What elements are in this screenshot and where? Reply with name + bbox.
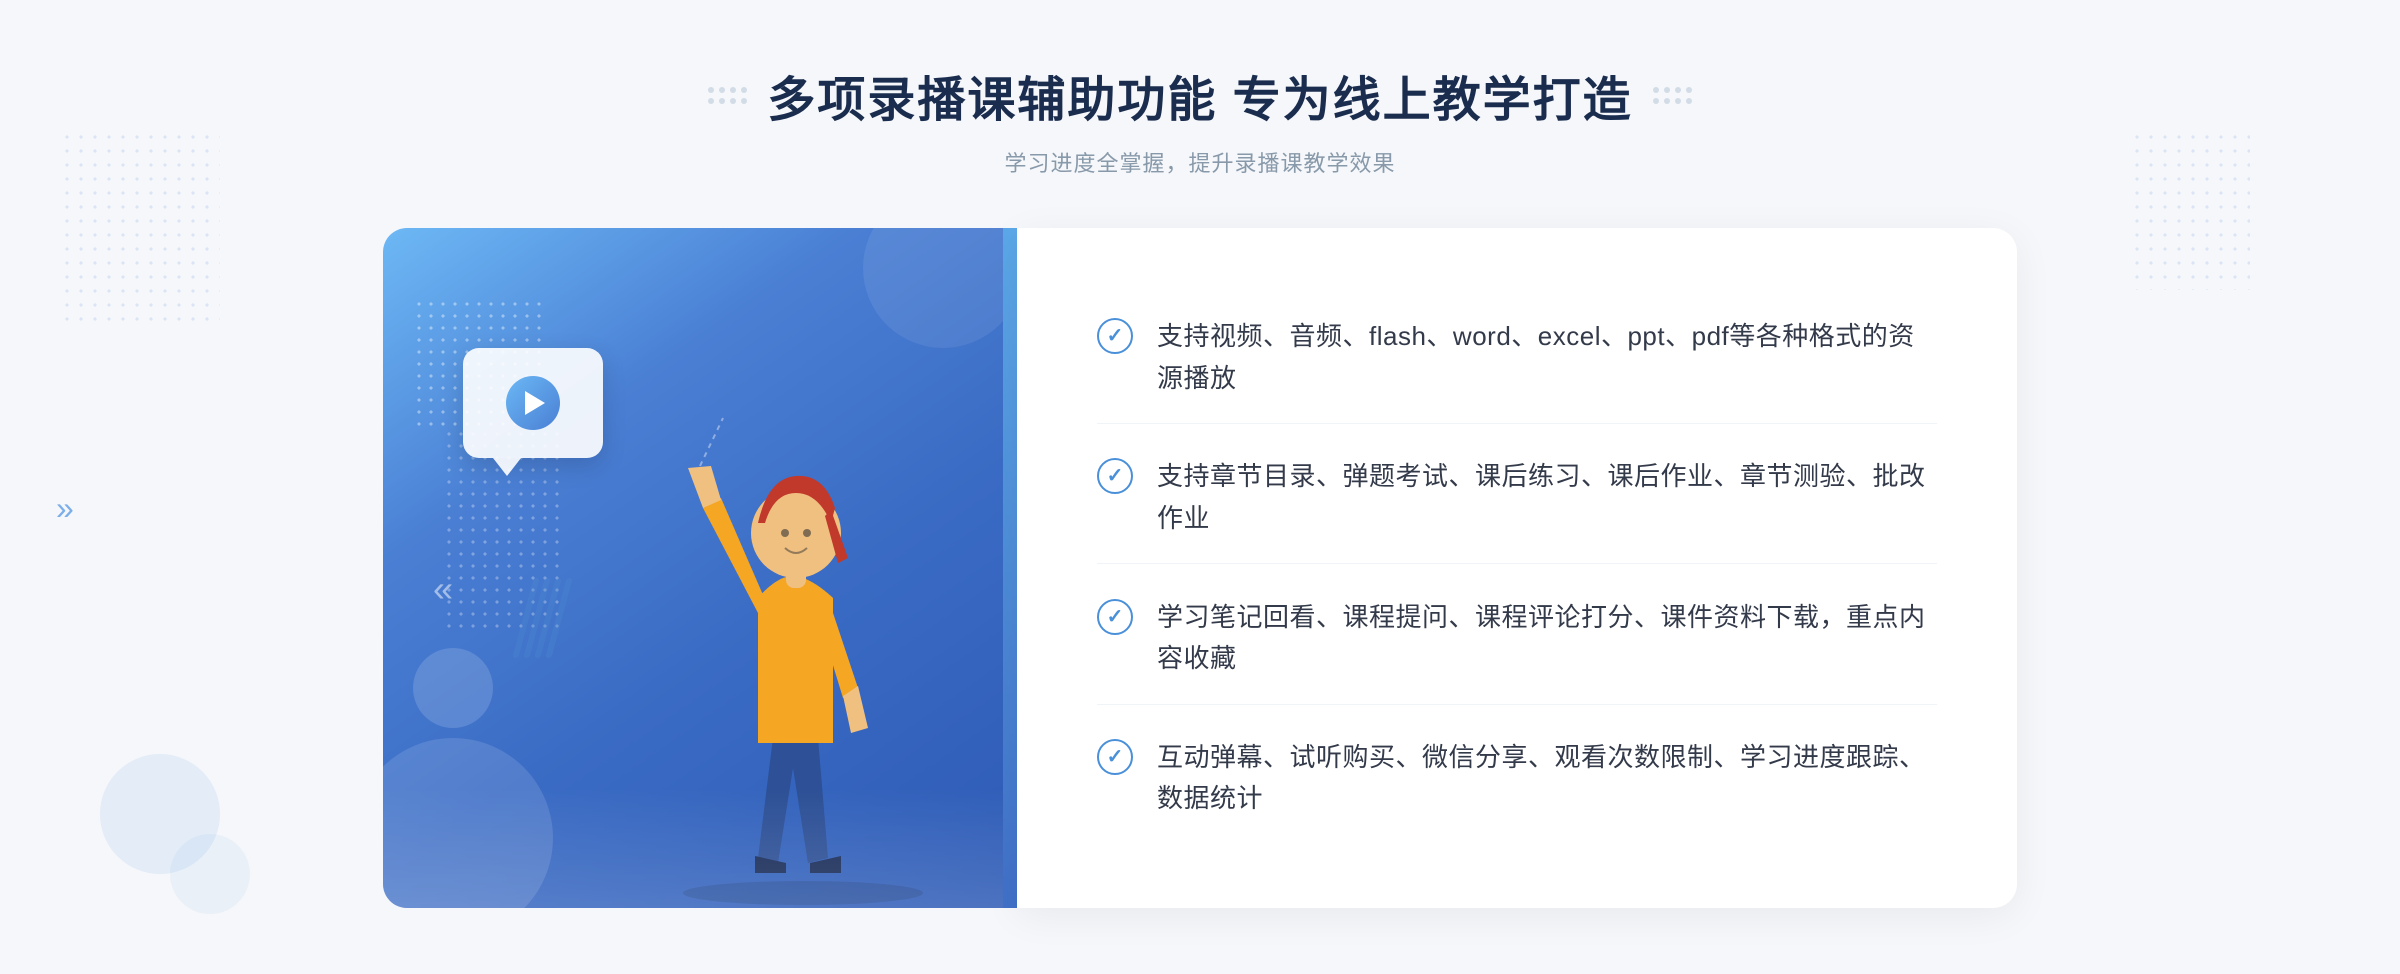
page-title: 多项录播课辅助功能 专为线上教学打造 (767, 60, 1632, 130)
dot (1686, 98, 1692, 104)
dot (708, 87, 714, 93)
dot (741, 87, 747, 93)
page-subtitle: 学习进度全掌握，提升录播课教学效果 (0, 146, 2400, 178)
check-mark-3: ✓ (1107, 607, 1124, 627)
page-header: 多项录播课辅助功能 专为线上教学打造 学习进度全掌握，提升录播课教学效果 (0, 0, 2400, 208)
check-icon-4: ✓ (1097, 739, 1133, 775)
header-right-dots (1653, 87, 1692, 104)
check-mark-4: ✓ (1107, 747, 1124, 767)
dot (1675, 87, 1681, 93)
feature-item-2: ✓ 支持章节目录、弹题考试、课后练习、课后作业、章节测验、批改作业 (1097, 432, 1937, 564)
dot (1686, 87, 1692, 93)
play-icon (525, 391, 545, 415)
dot (1653, 98, 1659, 104)
video-bubble[interactable] (463, 348, 603, 458)
feature-text-1: 支持视频、音频、flash、word、excel、ppt、pdf等各种格式的资源… (1157, 316, 1937, 399)
check-mark-1: ✓ (1107, 326, 1124, 346)
feature-text-2: 支持章节目录、弹题考试、课后练习、课后作业、章节测验、批改作业 (1157, 456, 1937, 539)
dot (1675, 98, 1681, 104)
left-chevron-decoration: » (56, 490, 74, 527)
features-card: ✓ 支持视频、音频、flash、word、excel、ppt、pdf等各种格式的… (1017, 228, 2017, 908)
main-content: « (0, 228, 2400, 908)
feature-text-3: 学习笔记回看、课程提问、课程评论打分、课件资料下载，重点内容收藏 (1157, 597, 1937, 680)
check-icon-3: ✓ (1097, 599, 1133, 635)
feature-item-3: ✓ 学习笔记回看、课程提问、课程评论打分、课件资料下载，重点内容收藏 (1097, 573, 1937, 705)
illus-glow (383, 788, 1003, 908)
illus-circle-tr (863, 228, 1003, 348)
dot (719, 87, 725, 93)
play-button[interactable] (506, 376, 560, 430)
feature-item-4: ✓ 互动弹幕、试听购买、微信分享、观看次数限制、学习进度跟踪、数据统计 (1097, 713, 1937, 844)
dot (1664, 87, 1670, 93)
dot (1664, 98, 1670, 104)
dot (730, 87, 736, 93)
dot (1653, 87, 1659, 93)
check-icon-1: ✓ (1097, 318, 1133, 354)
illus-small-circle (413, 648, 493, 728)
feature-item-1: ✓ 支持视频、音频、flash、word、excel、ppt、pdf等各种格式的… (1097, 292, 1937, 424)
illustration-card: « (383, 228, 1003, 908)
illus-chevrons: « (433, 568, 443, 610)
dot (730, 98, 736, 104)
bg-circle-decoration-2 (170, 834, 250, 914)
check-mark-2: ✓ (1107, 466, 1124, 486)
dot (708, 98, 714, 104)
feature-text-4: 互动弹幕、试听购买、微信分享、观看次数限制、学习进度跟踪、数据统计 (1157, 737, 1937, 820)
dot (719, 98, 725, 104)
dot (741, 98, 747, 104)
blue-accent-stripe (1003, 228, 1017, 908)
check-icon-2: ✓ (1097, 458, 1133, 494)
header-decoration: 多项录播课辅助功能 专为线上教学打造 (708, 60, 1691, 130)
header-left-dots (708, 87, 747, 104)
